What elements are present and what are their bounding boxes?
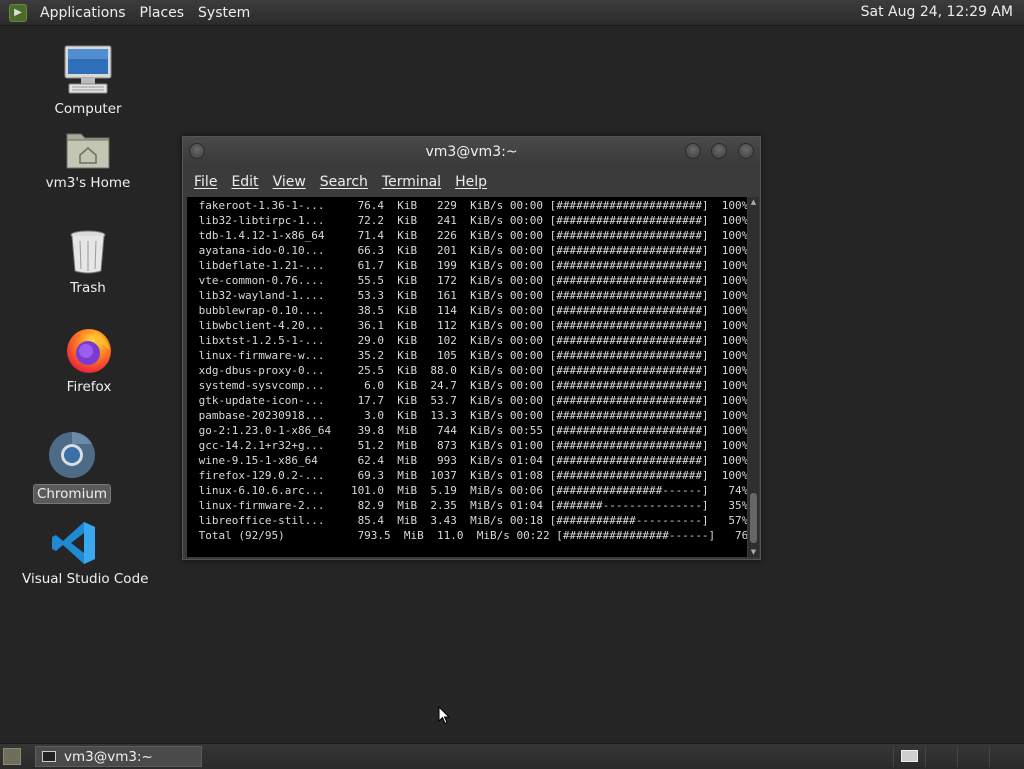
menu-view[interactable]: View (273, 174, 306, 190)
home-folder-icon (66, 133, 110, 169)
workspace-1[interactable] (893, 746, 924, 767)
terminal-line: go-2:1.23.0-1-x86_64 39.8 MiB 744 KiB/s … (192, 424, 747, 437)
terminal-line: ayatana-ido-0.10... 66.3 KiB 201 KiB/s 0… (192, 244, 747, 257)
terminal-line: fakeroot-1.36-1-... 76.4 KiB 229 KiB/s 0… (192, 199, 747, 212)
trash-icon (70, 230, 106, 274)
desktop-icon-trash[interactable]: Trash (33, 229, 143, 297)
menu-help[interactable]: Help (455, 174, 487, 190)
show-desktop-icon[interactable] (3, 748, 21, 765)
mate-logo-icon[interactable]: ▶ (9, 3, 27, 22)
terminal-line: vte-common-0.76.... 55.5 KiB 172 KiB/s 0… (192, 274, 747, 287)
terminal-line: libxtst-1.2.5-1-... 29.0 KiB 102 KiB/s 0… (192, 334, 747, 347)
terminal-line: gcc-14.2.1+r32+g... 51.2 MiB 873 KiB/s 0… (192, 439, 747, 452)
window-menu-button[interactable] (189, 143, 205, 159)
window-title: vm3@vm3:~ (425, 144, 518, 160)
minimize-button[interactable] (685, 143, 701, 159)
terminal-line: bubblewrap-0.10.... 38.5 KiB 114 KiB/s 0… (192, 304, 747, 317)
taskbar-button-label: vm3@vm3:~ (64, 748, 153, 765)
desktop-icon-home[interactable]: vm3's Home (33, 128, 143, 192)
desktop-icon-vscode[interactable]: Visual Studio Code (19, 520, 148, 588)
terminal-scrollbar[interactable]: ▲ ▼ (748, 197, 759, 557)
workspace-2[interactable] (925, 746, 956, 767)
terminal-line: lib32-wayland-1.... 53.3 KiB 161 KiB/s 0… (192, 289, 747, 302)
menu-search[interactable]: Search (320, 174, 368, 190)
vscode-icon (52, 522, 95, 564)
terminal-text: fakeroot-1.36-1-... 76.4 KiB 229 KiB/s 0… (187, 197, 747, 543)
terminal-line: libdeflate-1.21-... 61.7 KiB 199 KiB/s 0… (192, 259, 747, 272)
bottom-panel: vm3@vm3:~ (0, 743, 1024, 769)
desktop-icon-label: Visual Studio Code (22, 571, 149, 587)
desktop-icon-label: vm3's Home (45, 175, 131, 191)
terminal-line: libreoffice-stil... 85.4 MiB 3.43 MiB/s … (192, 514, 747, 527)
places-menu[interactable]: Places (133, 5, 192, 21)
menu-terminal[interactable]: Terminal (382, 174, 441, 190)
desktop-icon-chromium[interactable]: Chromium (17, 430, 127, 504)
terminal-line: libwbclient-4.20... 36.1 KiB 112 KiB/s 0… (192, 319, 747, 332)
top-panel: ▶ Applications Places System Sat Aug 24,… (0, 0, 1024, 26)
terminal-line: gtk-update-icon-... 17.7 KiB 53.7 KiB/s … (192, 394, 747, 407)
desktop-icon-label: Chromium (32, 484, 112, 504)
scroll-up-icon[interactable]: ▲ (748, 197, 759, 207)
window-titlebar[interactable]: vm3@vm3:~ (183, 137, 760, 167)
terminal-line: linux-firmware-w... 35.2 KiB 105 KiB/s 0… (192, 349, 747, 362)
terminal-line: wine-9.15-1-x86_64 62.4 MiB 993 KiB/s 01… (192, 454, 747, 467)
terminal-icon (42, 751, 56, 762)
terminal-output[interactable]: fakeroot-1.36-1-... 76.4 KiB 229 KiB/s 0… (187, 197, 747, 557)
terminal-line: tdb-1.4.12-1-x86_64 71.4 KiB 226 KiB/s 0… (192, 229, 747, 242)
terminal-line: firefox-129.0.2-... 69.3 MiB 1037 KiB/s … (192, 469, 747, 482)
desktop-icon-label: Computer (54, 101, 122, 117)
desktop-icon-firefox[interactable]: Firefox (34, 326, 144, 396)
computer-icon (64, 45, 112, 94)
desktop-icon-computer[interactable]: Computer (33, 44, 143, 118)
menu-file[interactable]: File (194, 174, 217, 190)
terminal-line: systemd-sysvcomp... 6.0 KiB 24.7 KiB/s 0… (192, 379, 747, 392)
workspace-3[interactable] (957, 746, 988, 767)
terminal-line: linux-firmware-2... 82.9 MiB 2.35 MiB/s … (192, 499, 747, 512)
desktop-icon-label: Firefox (66, 379, 112, 395)
terminal-line: linux-6.10.6.arc... 101.0 MiB 5.19 MiB/s… (192, 484, 747, 497)
terminal-line: pambase-20230918... 3.0 KiB 13.3 KiB/s 0… (192, 409, 747, 422)
chromium-icon (49, 432, 95, 478)
system-menu[interactable]: System (191, 5, 257, 21)
clock[interactable]: Sat Aug 24, 12:29 AM (861, 4, 1013, 20)
terminal-line: xdg-dbus-proxy-0... 25.5 KiB 88.0 KiB/s … (192, 364, 747, 377)
terminal-line: Total (92/95) 793.5 MiB 11.0 MiB/s 00:22… (192, 529, 747, 542)
applications-menu[interactable]: Applications (33, 5, 133, 21)
terminal-menubar: File Edit View Search Terminal Help (183, 167, 760, 197)
terminal-window[interactable]: vm3@vm3:~ File Edit View Search Terminal… (182, 136, 761, 560)
close-button[interactable] (738, 143, 754, 159)
workspace-4[interactable] (989, 746, 1020, 767)
desktop-icon-label: Trash (70, 280, 106, 296)
menu-edit[interactable]: Edit (231, 174, 258, 190)
mouse-pointer-icon (438, 706, 450, 725)
scrollbar-thumb[interactable] (750, 493, 757, 543)
taskbar-button-terminal[interactable]: vm3@vm3:~ (35, 746, 202, 767)
scroll-down-icon[interactable]: ▼ (748, 547, 759, 557)
maximize-button[interactable] (711, 143, 727, 159)
firefox-icon (67, 329, 111, 373)
terminal-line: lib32-libtirpc-1... 72.2 KiB 241 KiB/s 0… (192, 214, 747, 227)
